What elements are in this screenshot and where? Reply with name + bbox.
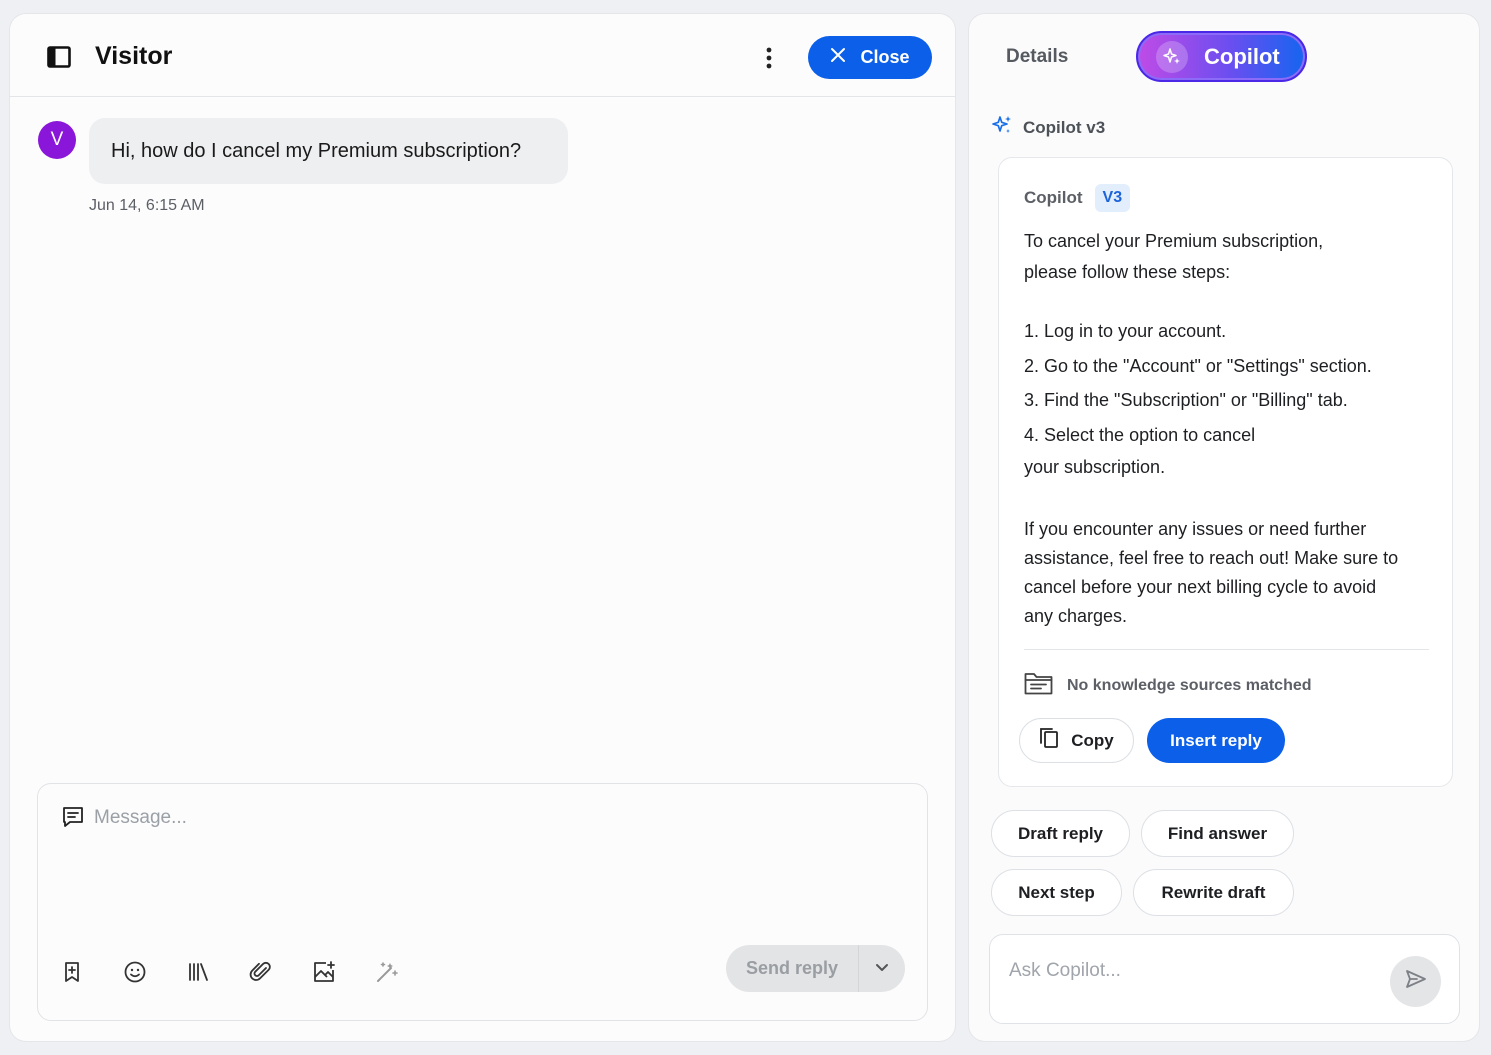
answer-outro-line: assistance, feel free to reach out! Make… (1024, 548, 1399, 568)
visitor-message-bubble: Hi, how do I cancel my Premium subscript… (89, 118, 568, 184)
answer-step: 4. Select the option to cancel (1024, 425, 1256, 445)
find-answer-chip[interactable]: Find answer (1141, 810, 1294, 857)
close-conversation-button[interactable]: Close (808, 36, 932, 79)
send-options-button[interactable] (859, 945, 905, 992)
card-divider (1024, 649, 1429, 650)
visitor-avatar: V (38, 121, 76, 159)
insert-reply-button[interactable]: Insert reply (1147, 718, 1285, 763)
magic-wand-icon[interactable] (375, 960, 399, 984)
ask-copilot-send-button[interactable] (1390, 956, 1441, 1007)
answer-outro-line: any charges. (1024, 606, 1128, 626)
answer-intro-line: please follow these steps: (1024, 262, 1231, 282)
sidebar-toggle-icon[interactable] (47, 46, 71, 68)
send-icon (1405, 969, 1427, 994)
sparkle-icon (991, 114, 1013, 141)
reply-composer: Send reply (37, 783, 928, 1021)
card-header: Copilot V3 (1024, 184, 1131, 212)
message-icon (61, 806, 85, 828)
folder-icon (1024, 671, 1053, 700)
rewrite-draft-chip[interactable]: Rewrite draft (1133, 869, 1294, 916)
knowledge-sources-row: No knowledge sources matched (1024, 671, 1312, 700)
image-add-icon[interactable] (312, 960, 336, 984)
ask-copilot-input[interactable] (1009, 957, 1379, 985)
card-source-label: Copilot (1024, 188, 1083, 207)
answer-outro-line: cancel before your next billing cycle to… (1024, 577, 1377, 597)
draft-reply-chip[interactable]: Draft reply (991, 810, 1130, 857)
send-reply-button[interactable]: Send reply (726, 945, 859, 992)
sparkle-icon (1156, 40, 1188, 73)
more-options-icon[interactable] (758, 45, 780, 71)
copy-button[interactable]: Copy (1019, 718, 1134, 763)
answer-outro-line: If you encounter any issues or need furt… (1024, 519, 1367, 539)
message-input[interactable] (94, 804, 874, 832)
paperclip-icon[interactable] (249, 960, 273, 984)
conversation-title: Visitor (95, 42, 173, 70)
tab-copilot-label: Copilot (1204, 43, 1280, 69)
chevron-down-icon (875, 960, 889, 978)
next-step-chip[interactable]: Next step (991, 869, 1122, 916)
version-badge: V3 (1094, 184, 1131, 212)
conversation-panel: Visitor Close V Hi, how do I cancel my P… (10, 14, 955, 1041)
tab-copilot[interactable]: Copilot (1136, 31, 1307, 82)
close-label: Close (860, 47, 910, 67)
answer-step: your subscription. (1024, 457, 1166, 477)
copy-icon (1039, 727, 1059, 754)
emoji-icon[interactable] (123, 960, 147, 984)
close-icon (830, 47, 846, 68)
copilot-version-row: Copilot v3 (991, 114, 1105, 141)
answer-intro-line: To cancel your Premium subscription, (1024, 231, 1324, 251)
copilot-answer-card: Copilot V3 To cancel your Premium subscr… (998, 157, 1453, 787)
library-icon[interactable] (186, 960, 210, 984)
tab-details[interactable]: Details (1006, 46, 1068, 68)
copilot-version-label: Copilot v3 (1023, 117, 1106, 137)
ask-copilot-box (989, 934, 1460, 1024)
conversation-header: Visitor Close (10, 14, 955, 97)
bookmark-plus-icon[interactable] (60, 960, 84, 984)
send-reply-group: Send reply (726, 945, 905, 992)
answer-step: 3. Find the "Subscription" or "Billing" … (1024, 390, 1348, 410)
copy-label: Copy (1071, 730, 1114, 750)
copilot-panel: Details Copilot Copilot v3 Copilot V3 To… (969, 14, 1479, 1041)
answer-step: 2. Go to the "Account" or "Settings" sec… (1024, 356, 1372, 376)
answer-step: 1. Log in to your account. (1024, 321, 1227, 341)
knowledge-status: No knowledge sources matched (1067, 676, 1312, 694)
message-timestamp: Jun 14, 6:15 AM (89, 197, 205, 214)
